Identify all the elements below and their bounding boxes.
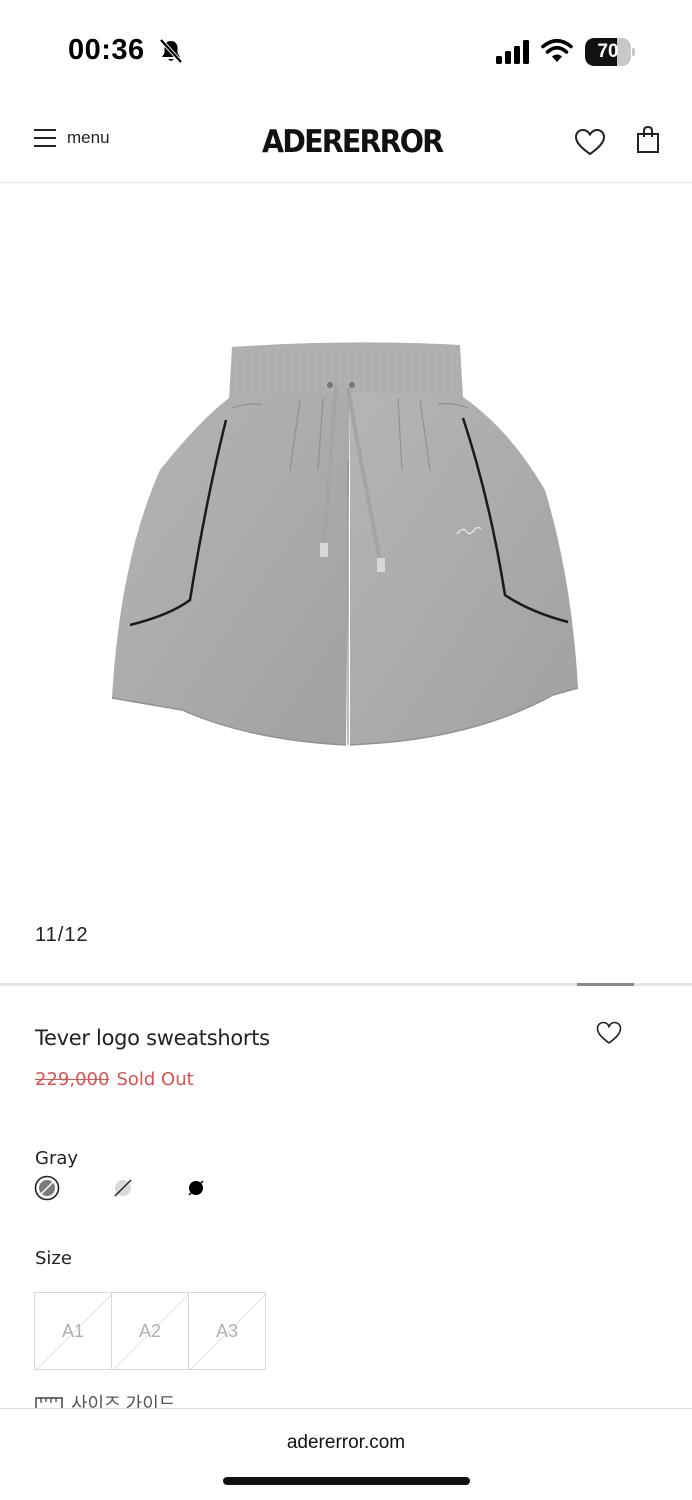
size-option-a1[interactable]: A1	[34, 1292, 112, 1370]
status-time: 00:36	[68, 34, 145, 66]
wifi-icon	[541, 38, 573, 62]
color-name: Gray	[35, 1148, 79, 1169]
size-option-a2[interactable]: A2	[111, 1292, 189, 1370]
bell-slash-icon	[159, 38, 183, 64]
site-header: menu ADERERROR	[0, 100, 692, 183]
browser-url-bar[interactable]: adererror.com	[0, 1408, 692, 1500]
color-swatch-light[interactable]	[110, 1175, 136, 1201]
ruler-icon	[35, 1397, 63, 1409]
brand-logo[interactable]: ADERERROR	[262, 124, 444, 160]
price-row: 229,000 Sold Out	[35, 1069, 194, 1090]
size-guide-label: 사이즈 가이드	[71, 1394, 176, 1409]
heart-icon[interactable]	[596, 1021, 622, 1045]
product-image[interactable]	[0, 184, 692, 984]
shopping-bag-icon[interactable]	[636, 126, 660, 154]
size-option-label: A3	[215, 1320, 239, 1341]
heart-icon[interactable]	[574, 128, 606, 156]
battery-percentage: 70	[597, 41, 619, 62]
hamburger-icon	[34, 129, 56, 147]
size-option-label: A1	[61, 1320, 85, 1341]
product-title: Tever logo sweatshorts	[35, 1026, 270, 1050]
color-swatch-black[interactable]	[183, 1175, 209, 1201]
image-counter: 11/12	[35, 924, 89, 946]
size-options: A1 A2 A3	[34, 1292, 266, 1370]
size-guide-link[interactable]: 사이즈 가이드	[35, 1393, 175, 1409]
sold-out-badge: Sold Out	[116, 1069, 194, 1090]
size-label: Size	[35, 1248, 72, 1269]
size-option-label: A2	[138, 1320, 162, 1341]
original-price: 229,000	[35, 1069, 110, 1090]
cellular-signal-icon	[496, 40, 529, 64]
menu-button[interactable]: menu	[34, 128, 110, 148]
url-text: adererror.com	[286, 1432, 406, 1453]
menu-label: menu	[67, 128, 110, 147]
status-bar: 00:36 70	[0, 0, 692, 100]
home-indicator[interactable]	[223, 1477, 470, 1485]
gallery-scroll-thumb[interactable]	[577, 983, 634, 986]
size-option-a3[interactable]: A3	[188, 1292, 266, 1370]
battery-indicator: 70	[585, 38, 635, 66]
color-swatch-gray[interactable]	[34, 1175, 60, 1201]
